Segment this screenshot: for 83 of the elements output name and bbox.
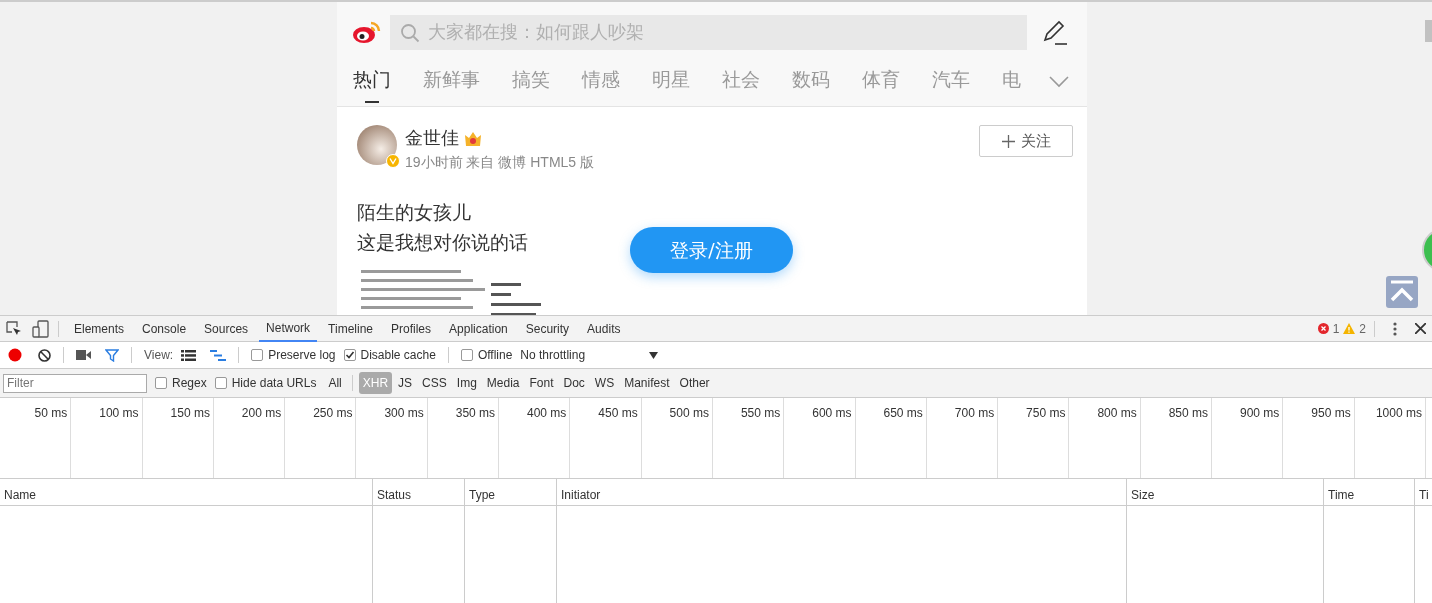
- timeline-tick-label: 50 ms: [34, 406, 68, 420]
- resource-type-filter[interactable]: Manifest: [620, 372, 674, 394]
- error-count: 1: [1332, 320, 1340, 338]
- video-camera-icon[interactable]: [76, 350, 91, 360]
- avatar[interactable]: [357, 125, 397, 165]
- inspect-icon[interactable]: [6, 320, 22, 337]
- timeline-tick-label: 900 ms: [1240, 406, 1280, 420]
- list-view-icon[interactable]: [181, 349, 197, 361]
- author-name[interactable]: 金世佳: [405, 125, 459, 152]
- record-icon[interactable]: [8, 348, 22, 362]
- resource-type-filter[interactable]: CSS: [418, 372, 451, 394]
- device-icon[interactable]: [32, 319, 50, 338]
- edit-icon[interactable]: [1041, 18, 1069, 46]
- timeline-tick-label: 400 ms: [527, 406, 567, 420]
- timeline-tick-label: 450 ms: [598, 406, 638, 420]
- timeline-tick-label: 350 ms: [455, 406, 496, 420]
- error-icon[interactable]: [1317, 323, 1329, 334]
- warning-count: 2: [1359, 320, 1366, 338]
- filter-icon[interactable]: [105, 348, 119, 362]
- checkbox[interactable]: Disable cache: [343, 346, 436, 364]
- timeline-tick-label: 950 ms: [1311, 406, 1351, 420]
- throttling-select[interactable]: No throttling: [520, 346, 659, 364]
- scrollbar-thumb[interactable]: [1425, 20, 1432, 42]
- panel-tab[interactable]: Profiles: [384, 315, 439, 342]
- more-icon[interactable]: [1393, 321, 1397, 336]
- panel-tab[interactable]: Timeline: [321, 315, 380, 342]
- post-text: 这是我想对你说的话: [357, 230, 528, 255]
- timeline-tick-label: 200 ms: [241, 406, 282, 420]
- timeline-tick-label: 100 ms: [99, 406, 139, 420]
- back-to-top-icon[interactable]: [1386, 276, 1418, 308]
- filter-field[interactable]: Filter: [3, 373, 147, 393]
- clear-icon[interactable]: [38, 348, 51, 362]
- timeline-tick-label: 550 ms: [740, 406, 781, 420]
- waterfall-view-icon[interactable]: [210, 349, 227, 361]
- timeline-tick-label: 650 ms: [883, 406, 923, 420]
- timeline-tick-label: 500 ms: [669, 406, 709, 420]
- column-header[interactable]: Time: [1324, 479, 1414, 506]
- resource-type-filter[interactable]: Doc: [559, 372, 589, 394]
- timeline-tick-label: 150 ms: [170, 406, 210, 420]
- column-header[interactable]: Size: [1127, 479, 1323, 506]
- logo-icon[interactable]: [352, 20, 382, 44]
- view-label: View:: [144, 347, 174, 364]
- column-header[interactable]: Type: [465, 479, 556, 506]
- dropdown-caret-icon: [649, 351, 659, 359]
- resource-type-filter[interactable]: Img: [452, 372, 481, 394]
- timeline-tick-label: 850 ms: [1168, 406, 1209, 420]
- timeline-tick-label: 600 ms: [812, 406, 852, 420]
- panel-tab[interactable]: Application: [442, 315, 515, 342]
- search-field[interactable]: 大家都在搜：如何跟人吵架: [390, 14, 1027, 50]
- checkbox[interactable]: Regex: [155, 374, 207, 392]
- chevron-down-icon[interactable]: [1049, 76, 1069, 88]
- checkmark-icon: [344, 350, 355, 360]
- checkbox[interactable]: Hide data URLs: [214, 374, 317, 392]
- resource-type-filter[interactable]: JS: [394, 372, 417, 394]
- follow-button[interactable]: 关注: [979, 125, 1073, 157]
- timeline-tick-label: 250 ms: [313, 406, 353, 420]
- resource-type-filter[interactable]: All: [324, 372, 346, 394]
- close-icon[interactable]: [1415, 323, 1426, 334]
- resource-type-filter[interactable]: WS: [590, 372, 619, 394]
- checkbox[interactable]: Offline: [460, 346, 513, 364]
- checkbox[interactable]: Preserve log: [251, 346, 336, 364]
- timeline-tick-label: 750 ms: [1026, 406, 1066, 420]
- timeline-tick-label: 300 ms: [384, 406, 424, 420]
- channel-tab[interactable]: 热门: [353, 66, 391, 101]
- column-header[interactable]: Name: [0, 479, 372, 506]
- panel-tab[interactable]: Console: [135, 315, 194, 342]
- post-text: 陌生的女孩儿: [357, 200, 471, 225]
- timeline-tick-label: 700 ms: [954, 406, 995, 420]
- column-header[interactable]: Ti: [1415, 479, 1432, 506]
- resource-type-filter[interactable]: Media: [482, 372, 524, 394]
- panel-tab[interactable]: Elements: [67, 315, 132, 342]
- panel-tab[interactable]: Security: [518, 315, 577, 342]
- timeline-tick-label: 1000 ms: [1375, 406, 1422, 420]
- resource-type-filter[interactable]: Font: [525, 372, 558, 394]
- post-meta: 19小时前 来自 微博 HTML5 版: [405, 153, 596, 172]
- panel-tab[interactable]: Audits: [580, 315, 628, 342]
- panel-tab[interactable]: Sources: [197, 315, 256, 342]
- plus-icon: [1001, 134, 1015, 148]
- column-header[interactable]: Initiator: [557, 479, 1126, 506]
- column-header[interactable]: Status: [373, 479, 464, 506]
- verified-badge-icon: [386, 154, 400, 168]
- resource-type-filter[interactable]: Other: [675, 372, 714, 394]
- timeline-tick-label: 800 ms: [1097, 406, 1137, 420]
